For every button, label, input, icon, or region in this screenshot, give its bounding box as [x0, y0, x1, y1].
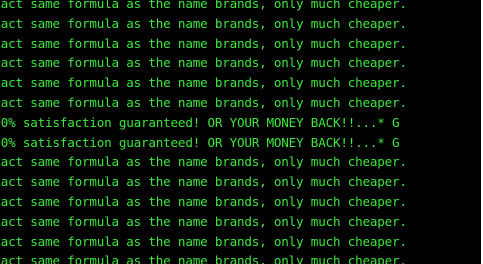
terminal-line: exact same formula as the name brands, o…: [0, 55, 407, 71]
terminal-line: 100% satisfaction guaranteed! OR YOUR MO…: [0, 114, 400, 130]
terminal-line: exact same formula as the name brands, o…: [0, 174, 407, 190]
terminal-line: exact same formula as the name brands, o…: [0, 0, 407, 11]
terminal-line: exact same formula as the name brands, o…: [0, 154, 407, 170]
terminal-line: exact same formula as the name brands, o…: [0, 233, 407, 249]
terminal-line: exact same formula as the name brands, o…: [0, 75, 407, 91]
terminal-line: 100% satisfaction guaranteed! OR YOUR MO…: [0, 134, 400, 150]
terminal-line: exact same formula as the name brands, o…: [0, 95, 407, 110]
terminal-line: exact same formula as the name brands, o…: [0, 213, 407, 229]
terminal-line: exact same formula as the name brands, o…: [0, 194, 407, 209]
terminal-output: exact same formula as the name brands, o…: [0, 0, 481, 264]
terminal-line: exact same formula as the name brands, o…: [0, 35, 407, 51]
terminal-line: exact same formula as the name brands, o…: [0, 253, 407, 264]
terminal-line: exact same formula as the name brands, o…: [0, 15, 407, 31]
